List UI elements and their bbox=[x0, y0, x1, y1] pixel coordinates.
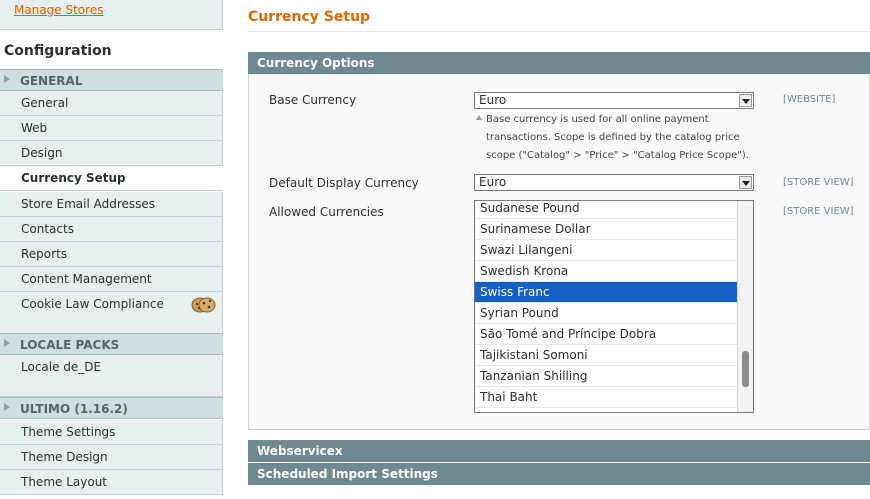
select-value: Euro bbox=[479, 175, 507, 189]
manage-stores-box: Manage Stores bbox=[0, 0, 223, 30]
sidebar-item-label: Theme Design bbox=[21, 450, 108, 464]
scope-label: [STORE VIEW] bbox=[783, 177, 854, 188]
page-title: Currency Setup bbox=[248, 9, 371, 25]
note-line: Base currency is used for all online pay… bbox=[486, 114, 709, 125]
sidebar: Manage Stores Configuration GENERAL Gene… bbox=[0, 0, 223, 499]
currency-option[interactable]: Swedish Krona bbox=[475, 261, 738, 282]
manage-stores-link[interactable]: Manage Stores bbox=[14, 3, 103, 17]
default-display-currency-label: Default Display Currency bbox=[269, 176, 419, 190]
currency-option[interactable]: Swazi Lilangeni bbox=[475, 240, 738, 261]
scrollbar-thumb[interactable] bbox=[742, 351, 749, 387]
multiselect-scrollbar[interactable] bbox=[737, 201, 753, 412]
sidebar-item-locale-de-de[interactable]: Locale de_DE bbox=[0, 355, 223, 397]
sidebar-item-general[interactable]: General bbox=[0, 91, 223, 116]
sidebar-item-label: Design bbox=[21, 146, 63, 160]
currency-option[interactable]: São Tomé and Príncipe Dobra bbox=[475, 324, 738, 345]
scope-label: [STORE VIEW] bbox=[783, 206, 854, 217]
sidebar-item-label: Store Email Addresses bbox=[21, 197, 156, 211]
sidebar-item-label: Web bbox=[21, 121, 48, 135]
sidebar-item-label: Theme Layout bbox=[21, 475, 107, 489]
currency-option-list: Sudanese Pound Surinamese Dollar Swazi L… bbox=[475, 201, 738, 408]
allowed-currencies-multiselect[interactable]: Sudanese Pound Surinamese Dollar Swazi L… bbox=[474, 200, 754, 413]
section-general[interactable]: GENERAL bbox=[0, 69, 223, 91]
sidebar-item-web[interactable]: Web bbox=[0, 116, 223, 141]
section-ultimo[interactable]: ULTIMO (1.16.2) bbox=[0, 397, 223, 419]
configuration-title: Configuration bbox=[4, 43, 112, 59]
scope-label: [WEBSITE] bbox=[783, 94, 836, 105]
allowed-currencies-label: Allowed Currencies bbox=[269, 205, 384, 219]
sidebar-item-label: Locale de_DE bbox=[21, 360, 102, 374]
chevron-down-icon[interactable] bbox=[739, 176, 752, 189]
currency-option[interactable]: Sudanese Pound bbox=[475, 201, 738, 219]
fieldset-header-currency-options[interactable]: Currency Options bbox=[248, 52, 870, 74]
triangle-right-icon bbox=[4, 403, 10, 411]
section-locale-packs[interactable]: LOCALE PACKS bbox=[0, 333, 223, 355]
sidebar-item-theme-layout[interactable]: Theme Layout bbox=[0, 470, 223, 495]
select-value: Euro bbox=[479, 93, 507, 107]
triangle-right-icon bbox=[4, 75, 10, 83]
chevron-down-icon[interactable] bbox=[739, 94, 752, 107]
currency-option[interactable]: Surinamese Dollar bbox=[475, 219, 738, 240]
currency-option-selected[interactable]: Swiss Franc bbox=[475, 282, 738, 303]
cookie-icon bbox=[191, 297, 216, 313]
sidebar-item-label: General bbox=[21, 96, 69, 110]
triangle-right-icon bbox=[4, 339, 10, 347]
sidebar-item-theme-settings[interactable]: Theme Settings bbox=[0, 420, 223, 445]
sidebar-item-store-email-addresses[interactable]: Store Email Addresses bbox=[0, 192, 223, 217]
sidebar-item-label: Content Management bbox=[21, 272, 152, 286]
currency-option[interactable]: Tanzanian Shilling bbox=[475, 366, 738, 387]
note-line: transactions. Scope is defined by the ca… bbox=[486, 132, 740, 143]
sidebar-item-currency-setup[interactable]: Currency Setup bbox=[0, 166, 223, 191]
sidebar-item-theme-design[interactable]: Theme Design bbox=[0, 445, 223, 470]
section-title: ULTIMO (1.16.2) bbox=[20, 402, 128, 416]
triangle-up-icon bbox=[476, 115, 482, 120]
sidebar-item-label: Cookie Law Compliance bbox=[21, 297, 164, 311]
sidebar-item-label: Reports bbox=[21, 247, 68, 261]
fieldset-header-scheduled-import-settings[interactable]: Scheduled Import Settings bbox=[248, 463, 870, 485]
sidebar-item-label: Contacts bbox=[21, 222, 74, 236]
base-currency-select[interactable]: Euro bbox=[474, 92, 754, 109]
sidebar-item-label: Theme Settings bbox=[21, 425, 116, 439]
fieldset-header-webservicex[interactable]: Webservicex bbox=[248, 440, 870, 462]
currency-option[interactable]: Tajikistani Somoni bbox=[475, 345, 738, 366]
note-line: scope ("Catalog" > "Price" > "Catalog Pr… bbox=[486, 150, 749, 161]
sidebar-item-contacts[interactable]: Contacts bbox=[0, 217, 223, 242]
sidebar-item-content-management[interactable]: Content Management bbox=[0, 267, 223, 292]
section-title: GENERAL bbox=[20, 74, 83, 88]
sidebar-item-reports[interactable]: Reports bbox=[0, 242, 223, 267]
base-currency-label: Base Currency bbox=[269, 93, 357, 107]
currency-option[interactable]: Syrian Pound bbox=[475, 303, 738, 324]
sidebar-item-label: Currency Setup bbox=[21, 171, 126, 185]
sidebar-item-design[interactable]: Design bbox=[0, 141, 223, 166]
sidebar-item-cookie-law-compliance[interactable]: Cookie Law Compliance bbox=[0, 292, 223, 334]
section-title: LOCALE PACKS bbox=[20, 338, 120, 352]
currency-option[interactable]: Thai Baht bbox=[475, 387, 738, 408]
base-currency-note: Base currency is used for all online pay… bbox=[474, 111, 764, 165]
title-divider bbox=[248, 31, 870, 32]
default-display-currency-select[interactable]: Euro bbox=[474, 174, 754, 191]
